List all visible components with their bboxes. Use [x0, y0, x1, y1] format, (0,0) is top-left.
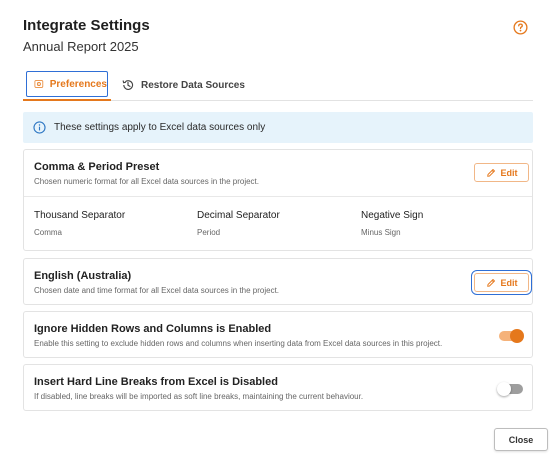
negative-sign-field: Negative Sign Minus Sign [361, 210, 423, 237]
hidden-rows-description: Enable this setting to exclude hidden ro… [34, 339, 443, 348]
decimal-separator-label: Decimal Separator [197, 210, 280, 221]
edit-number-format-button[interactable]: Edit [474, 163, 529, 182]
info-banner: These settings apply to Excel data sourc… [23, 112, 533, 143]
hidden-rows-toggle[interactable] [499, 329, 524, 343]
negative-sign-label: Negative Sign [361, 210, 424, 221]
hidden-rows-card: Ignore Hidden Rows and Columns is Enable… [23, 311, 533, 358]
line-breaks-card: Insert Hard Line Breaks from Excel is Di… [23, 364, 533, 411]
dialog-title: Integrate Settings [23, 17, 150, 34]
tab-preferences-label: Preferences [49, 78, 107, 90]
date-format-title: English (Australia) [34, 270, 132, 282]
line-breaks-toggle[interactable] [497, 382, 523, 396]
line-breaks-description: If disabled, line breaks will be importe… [34, 392, 364, 401]
edit-button-label: Edit [500, 277, 518, 288]
number-format-title: Comma & Period Preset [34, 161, 160, 173]
info-banner-text: These settings apply to Excel data sourc… [54, 122, 266, 133]
number-format-card: Comma & Period Preset Chosen numeric for… [23, 149, 533, 251]
edit-button-label: Edit [500, 167, 518, 178]
toggle-knob [497, 382, 511, 396]
hidden-rows-title: Ignore Hidden Rows and Columns is Enable… [34, 323, 272, 335]
line-breaks-title: Insert Hard Line Breaks from Excel is Di… [34, 376, 278, 388]
thousand-separator-value: Comma [34, 228, 63, 237]
gear-doc-icon [34, 80, 44, 88]
tab-restore-label: Restore Data Sources [141, 79, 245, 91]
decimal-separator-field: Decimal Separator Period [197, 210, 280, 237]
date-format-card: English (Australia) Chosen date and time… [23, 258, 533, 305]
number-format-description: Chosen numeric format for all Excel data… [34, 177, 259, 186]
toggle-knob [510, 329, 524, 343]
thousand-separator-label: Thousand Separator [34, 210, 126, 221]
negative-sign-value: Minus Sign [361, 228, 401, 237]
question-circle-icon[interactable] [513, 20, 528, 35]
history-icon [122, 80, 134, 90]
dialog-subtitle: Annual Report 2025 [23, 39, 139, 54]
card-divider [24, 196, 532, 197]
close-button[interactable]: Close [494, 428, 548, 451]
edit-date-format-button[interactable]: Edit [471, 270, 532, 295]
info-icon [33, 121, 46, 134]
tab-restore-data-sources[interactable]: Restore Data Sources [121, 70, 245, 100]
tab-preferences[interactable]: Preferences [26, 71, 108, 97]
pencil-icon [486, 168, 495, 177]
date-format-description: Chosen date and time format for all Exce… [34, 286, 280, 295]
settings-tabs: Preferences Restore Data Sources [23, 70, 533, 101]
pencil-icon [486, 278, 495, 287]
thousand-separator-field: Thousand Separator Comma [34, 210, 125, 237]
decimal-separator-value: Period [197, 228, 221, 237]
active-tab-indicator [23, 99, 111, 101]
